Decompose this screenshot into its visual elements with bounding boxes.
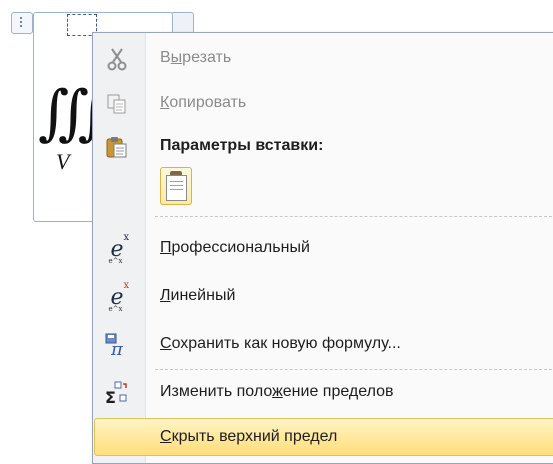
paste-options-row [93,167,253,207]
menu-item-linear[interactable]: e x e^x Линейный [93,277,553,315]
copy-icon [105,92,129,116]
linear-format-icon: e x e^x [108,279,130,313]
menu-item-label: Скрыть верхний предел [160,428,338,445]
paste-keep-formatting-button[interactable] [160,167,192,205]
paste-icon [105,135,129,159]
menu-item-label: Копировать [160,94,247,111]
paste-options-heading: Параметры вставки: [93,127,553,165]
limit-location-icon: Σ [105,381,129,405]
paste-options-label: Параметры вставки: [160,137,324,154]
context-menu: Вырезать Копировать Параметры вставки: e… [92,32,553,464]
menu-item-label: Сохранить как новую формулу... [160,335,401,352]
document-sheet-icon [166,175,187,201]
menu-item-label: Вырезать [160,49,232,66]
equation-drag-handle[interactable] [11,12,33,34]
menu-item-change-limits[interactable]: Σ Изменить положение пределов [93,373,553,411]
menu-item-save-new-equation[interactable]: π Сохранить как новую формулу... [93,325,553,363]
scissors-icon [105,47,129,71]
menu-item-professional[interactable]: e x e^x Профессиональный [93,229,553,267]
menu-separator [155,369,553,370]
professional-format-icon: e x e^x [108,231,130,265]
save-as-new-equation-icon: π [105,333,129,357]
menu-item-copy[interactable]: Копировать [93,84,553,122]
svg-text:π: π [110,339,124,357]
svg-text:Σ: Σ [105,388,116,405]
menu-item-hide-upper-limit[interactable]: Скрыть верхний предел [93,418,553,457]
menu-item-label: Изменить положение пределов [160,383,394,400]
integral-subscript: V [56,149,70,174]
menu-item-label: Линейный [160,287,236,304]
equation-options-tab[interactable] [170,12,194,34]
grip-dots-icon [20,17,22,29]
menu-item-label: Профессиональный [160,239,310,256]
menu-separator [155,216,553,217]
menu-item-cut[interactable]: Вырезать [93,39,553,77]
